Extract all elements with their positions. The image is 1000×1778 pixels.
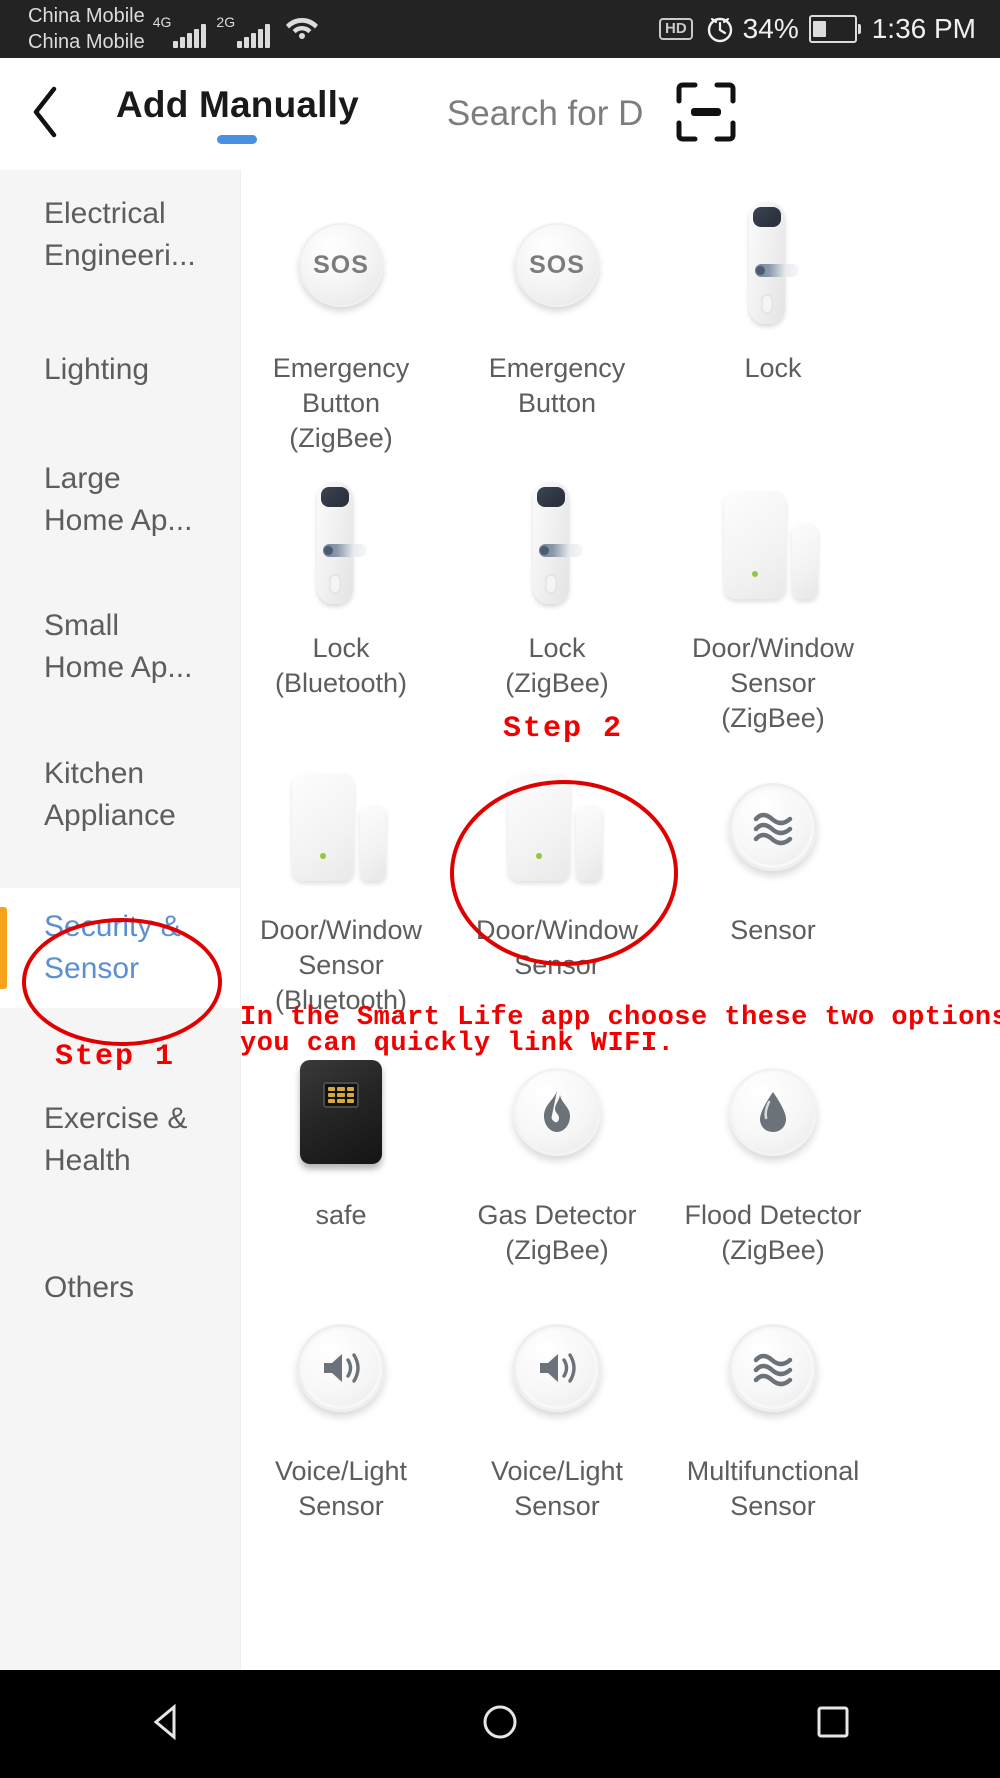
device-tile-gas-detector-zigbee[interactable]: Gas Detector (ZigBee) [457, 1042, 657, 1268]
device-tile-lock-bluetooth[interactable]: Lock (Bluetooth) [241, 475, 441, 701]
tab-search-for-devices[interactable]: Search for D [447, 94, 643, 134]
device-label: safe [315, 1200, 367, 1230]
status-bar: China Mobile China Mobile 4G 2G HD 34% 1… [0, 0, 1000, 58]
sidebar-item-electrical-engineering[interactable]: Electrical Engineeri... [0, 170, 240, 300]
sidebar-item-label: Small Home Ap... [44, 609, 193, 684]
scan-qr-icon [675, 81, 737, 148]
sidebar-item-label: Lighting [44, 353, 150, 386]
alarm-clock-icon [705, 14, 735, 44]
device-label: Voice/Light Sensor [490, 1456, 624, 1521]
sidebar-item-label: Exercise & Health [44, 1102, 188, 1177]
device-label: Lock (ZigBee) [505, 633, 609, 698]
device-label: Lock (Bluetooth) [274, 633, 408, 698]
sidebar-item-label: Large Home Ap... [44, 462, 193, 537]
sidebar-item-label: Others [44, 1271, 135, 1304]
device-label: Lock [744, 353, 802, 383]
back-button[interactable] [0, 58, 90, 170]
wave-sensor-icon [673, 1298, 873, 1438]
annotation-note-line-2: you can quickly link WIFI. [240, 1029, 675, 1059]
device-tile-multifunctional-sensor[interactable]: Multifunctional Sensor [673, 1298, 873, 1524]
carrier-secondary: China Mobile [28, 31, 145, 53]
device-label: Multifunctional Sensor [686, 1456, 860, 1521]
device-tile-door-window-sensor-bluetooth[interactable]: Door/Window Sensor (Bluetooth) [241, 757, 441, 1018]
sos-button-icon: SOS [457, 195, 657, 335]
network-type-primary: 4G [152, 14, 172, 30]
device-label: Sensor [730, 915, 816, 945]
sidebar-item-label: Electrical Engineeri... [44, 197, 196, 272]
water-drop-icon [673, 1042, 873, 1182]
sidebar-item-large-home-appliances[interactable]: Large Home Ap... [0, 445, 240, 555]
sidebar-item-small-home-appliances[interactable]: Small Home Ap... [0, 592, 240, 702]
carrier-labels: China Mobile China Mobile [28, 3, 145, 55]
active-tab-underline [217, 135, 258, 144]
door-lock-icon [673, 195, 873, 335]
device-tile-safe[interactable]: safe [241, 1042, 441, 1233]
device-tile-voice-light-sensor-2[interactable]: Voice/Light Sensor [457, 1298, 657, 1524]
signal-primary: 4G [153, 10, 209, 48]
flame-icon [457, 1042, 657, 1182]
sidebar-item-security-and-sensor[interactable]: Security & Sensor [0, 888, 240, 1008]
speaker-icon [457, 1298, 657, 1438]
sidebar-item-kitchen-appliance[interactable]: Kitchen Appliance [0, 740, 240, 850]
door-window-sensor-icon [241, 757, 441, 897]
network-type-secondary: 2G [216, 14, 236, 30]
nav-recents-square-icon[interactable] [812, 1701, 854, 1748]
device-tile-lock-zigbee[interactable]: Lock (ZigBee) [457, 475, 657, 701]
device-label: Emergency Button (ZigBee) [272, 353, 410, 453]
category-sidebar[interactable]: Electrical Engineeri... Lighting Large H… [0, 170, 241, 1670]
sidebar-item-exercise-and-health[interactable]: Exercise & Health [0, 1085, 240, 1195]
nav-back-triangle-icon[interactable] [146, 1701, 188, 1748]
tab-add-manually-label: Add Manually [116, 84, 359, 125]
android-nav-bar [0, 1670, 1000, 1778]
door-lock-icon [241, 475, 441, 615]
status-right-group: HD 34% 1:36 PM [659, 13, 976, 45]
sidebar-item-label: Kitchen Appliance [44, 757, 176, 832]
sidebar-item-others[interactable]: Others [0, 1248, 240, 1328]
device-tile-door-window-sensor[interactable]: Door/Window Sensor [457, 757, 657, 983]
speaker-icon [241, 1298, 441, 1438]
annotation-step1-label: Step 1 [55, 1040, 176, 1074]
door-window-sensor-icon [673, 475, 873, 615]
device-tile-sensor[interactable]: Sensor [673, 757, 873, 948]
battery-icon [808, 15, 861, 43]
door-lock-icon [457, 475, 657, 615]
device-label: Flood Detector (ZigBee) [684, 1200, 862, 1265]
device-tile-lock[interactable]: Lock [673, 195, 873, 386]
tab-add-manually[interactable]: Add Manually [116, 84, 359, 144]
device-label: Gas Detector (ZigBee) [477, 1200, 637, 1265]
back-chevron-icon [28, 85, 62, 144]
device-tile-door-window-sensor-zigbee[interactable]: Door/Window Sensor (ZigBee) [673, 475, 873, 736]
door-window-sensor-icon [457, 757, 657, 897]
sidebar-item-lighting[interactable]: Lighting [0, 330, 240, 410]
device-label: Door/Window Sensor [475, 915, 639, 980]
device-tile-emergency-button[interactable]: SOS Emergency Button [457, 195, 657, 421]
signal-bars-secondary-icon [237, 22, 272, 48]
nav-home-circle-icon[interactable] [479, 1701, 521, 1748]
device-label: Voice/Light Sensor [274, 1456, 408, 1521]
safe-box-icon [241, 1042, 441, 1182]
device-tile-flood-detector-zigbee[interactable]: Flood Detector (ZigBee) [673, 1042, 873, 1268]
device-grid: SOS Emergency Button (ZigBee) SOS Emergenc… [241, 170, 1000, 1670]
signal-secondary: 2G [216, 10, 272, 48]
carrier-primary: China Mobile [28, 5, 145, 27]
device-tile-emergency-button-zigbee[interactable]: SOS Emergency Button (ZigBee) [241, 195, 441, 456]
app-header: Add Manually Search for D [0, 58, 1000, 171]
hd-badge: HD [659, 18, 693, 40]
device-label: Door/Window Sensor (ZigBee) [691, 633, 855, 733]
sidebar-item-label: Security & Sensor [44, 910, 181, 985]
wave-sensor-icon [673, 757, 873, 897]
wifi-icon [284, 12, 320, 45]
annotation-step2-label: Step 2 [503, 712, 624, 746]
content-area: Electrical Engineeri... Lighting Large H… [0, 170, 1000, 1670]
device-label: Emergency Button [488, 353, 626, 418]
sos-button-icon: SOS [241, 195, 441, 335]
device-tile-voice-light-sensor-1[interactable]: Voice/Light Sensor [241, 1298, 441, 1524]
battery-percent-label: 34% [742, 13, 799, 44]
signal-bars-primary-icon [173, 22, 208, 48]
scan-button[interactable] [671, 79, 741, 149]
clock-label: 1:36 PM [871, 13, 976, 44]
